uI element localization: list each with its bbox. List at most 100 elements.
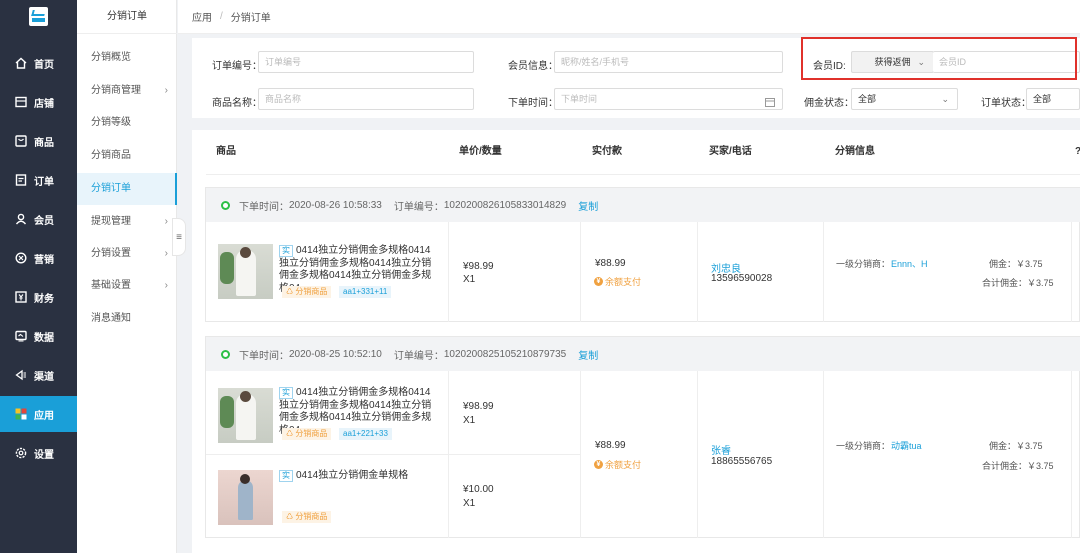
breadcrumb-root[interactable]: 应用 [192, 9, 212, 24]
unit-price: ¥10.00 [463, 484, 494, 495]
paid-amount: ¥88.99 [595, 258, 626, 269]
member-info-input[interactable]: 昵称/姓名/手机号 [554, 51, 783, 73]
header-divider [206, 174, 1080, 175]
product-name-input[interactable]: 商品名称 [258, 88, 474, 110]
coin-icon: ¥ [594, 277, 603, 286]
commission: 佣金：￥3.75 [989, 259, 1043, 269]
wechat-icon [221, 349, 230, 359]
nav-item-apps[interactable]: 应用 [0, 396, 77, 432]
divider [823, 371, 824, 538]
nav-item-channel[interactable]: 渠道 [0, 357, 77, 393]
sub-nav: 分销订单 分销概览 分销商管理 › 分销等级 分销商品 分销订单 提现管理 › 分销… [77, 0, 177, 553]
paid-amount: ¥88.99 [595, 440, 626, 451]
quantity: X1 [463, 274, 476, 285]
unit-price: ¥98.99 [463, 401, 494, 412]
nav-item-store[interactable]: 店铺 [0, 84, 77, 120]
sub-nav-title: 分销订单 [77, 0, 177, 34]
sub-item-notifications[interactable]: 消息通知 [77, 303, 177, 335]
sub-item-label: 基础设置 [91, 280, 131, 291]
product-image[interactable] [218, 470, 273, 525]
apps-icon [14, 407, 28, 421]
sub-item-basic-settings[interactable]: 基础设置 › [77, 270, 177, 302]
product-name-label: 商品名称： [212, 98, 262, 109]
order-time: 2020-08-25 10:52:10 [289, 348, 382, 360]
order-header: 下单时间： 2020-08-26 10:58:33 订单编号： 10202008… [206, 188, 1080, 222]
chevron-right-icon: › [164, 280, 168, 291]
app-logo[interactable] [29, 7, 48, 26]
coin-icon: ¥ [594, 460, 603, 469]
divider [206, 454, 580, 455]
order-status-select[interactable]: 全部 [1026, 88, 1080, 110]
main-nav: 首页 店铺 商品 订单 会员 营销 财务 数据 渠道 应用 设置 [0, 0, 77, 553]
order-no-input[interactable]: 订单编号 [258, 51, 474, 73]
dist-product-badge: ♺ 分销商品 [282, 428, 332, 440]
distributor-name[interactable]: 动霸tua [891, 439, 922, 452]
copy-order-no-button[interactable]: 复制 [578, 198, 598, 213]
product-name-text: 0414独立分销佣金单规格 [296, 470, 409, 481]
commission-status-select[interactable]: 全部 ⌄ [851, 88, 958, 110]
copy-order-no-button[interactable]: 复制 [578, 347, 598, 362]
col-header-buyer: 买家/电话 [709, 146, 752, 157]
finance-icon [14, 290, 28, 304]
commission-status-label: 佣金状态： [804, 98, 854, 109]
order-time-label: 下单时间： [239, 350, 289, 362]
sub-item-levels[interactable]: 分销等级 [77, 107, 177, 139]
divider [823, 222, 824, 322]
quantity: X1 [463, 415, 476, 426]
physical-tag: 实 [279, 470, 293, 482]
order-no: 1020200825105210879735 [443, 348, 567, 360]
total-commission: 合计佣金：￥3.75 [982, 461, 1054, 471]
product-name[interactable]: 实 0414独立分销佣金单规格 [279, 470, 439, 483]
dist-level-label: 一级分销商： [836, 441, 891, 451]
nav-item-order[interactable]: 订单 [0, 162, 77, 198]
channel-icon [14, 368, 28, 382]
nav-item-label: 订单 [34, 176, 54, 188]
member-icon [14, 212, 28, 226]
nav-item-product[interactable]: 商品 [0, 123, 77, 159]
nav-item-member[interactable]: 会员 [0, 201, 77, 237]
nav-item-marketing[interactable]: 营销 [0, 240, 77, 276]
sub-item-dist-settings[interactable]: 分销设置 › [77, 238, 177, 270]
nav-item-data[interactable]: 数据 [0, 318, 77, 354]
commission-status-value: 全部 [858, 94, 877, 104]
distributor-name[interactable]: Ennn、H [891, 257, 928, 270]
order-status-value: 全部 [1033, 94, 1052, 104]
pay-method: ¥ 余额支付 [594, 275, 641, 288]
sub-item-distributors[interactable]: 分销商管理 › [77, 75, 177, 107]
divider [1071, 222, 1072, 322]
sub-item-label: 分销设置 [91, 248, 131, 259]
quantity: X1 [463, 498, 476, 509]
chevron-right-icon: › [164, 248, 168, 259]
sub-item-orders[interactable]: 分销订单 [77, 173, 177, 205]
divider [697, 222, 698, 322]
nav-item-label: 渠道 [34, 371, 54, 383]
nav-item-label: 应用 [34, 410, 54, 422]
nav-item-label: 数据 [34, 332, 54, 344]
dist-level-label: 一级分销商： [836, 259, 891, 269]
nav-item-finance[interactable]: 财务 [0, 279, 77, 315]
collapse-sidebar-button[interactable]: ≡ [172, 218, 186, 256]
physical-tag: 实 [279, 387, 293, 399]
order-no-label: 订单编号： [393, 350, 444, 362]
col-header-product: 商品 [216, 146, 236, 157]
sub-item-overview[interactable]: 分销概览 [77, 42, 177, 74]
order-time-input[interactable]: 下单时间 [554, 88, 783, 110]
pay-method-text: 余额支付 [605, 460, 642, 470]
sku-badge: aa1+331+11 [339, 286, 392, 298]
divider [580, 222, 581, 322]
nav-item-label: 店铺 [34, 98, 54, 110]
sub-item-withdraw[interactable]: 提现管理 › [77, 206, 177, 238]
product-image[interactable] [218, 244, 273, 299]
nav-item-settings[interactable]: 设置 [0, 435, 77, 471]
pay-method: ¥ 余额支付 [594, 458, 641, 471]
calendar-icon [765, 94, 775, 114]
nav-item-label: 设置 [34, 449, 54, 461]
product-image[interactable] [218, 388, 273, 443]
sub-item-products[interactable]: 分销商品 [77, 140, 177, 172]
buyer-name[interactable]: 张睿 [711, 442, 731, 457]
chevron-down-icon: ⌄ [941, 94, 949, 104]
nav-item-home[interactable]: 首页 [0, 45, 77, 81]
sub-item-label: 分销商品 [91, 150, 131, 161]
highlight-box [801, 37, 1077, 80]
breadcrumb-separator: / [220, 11, 223, 22]
